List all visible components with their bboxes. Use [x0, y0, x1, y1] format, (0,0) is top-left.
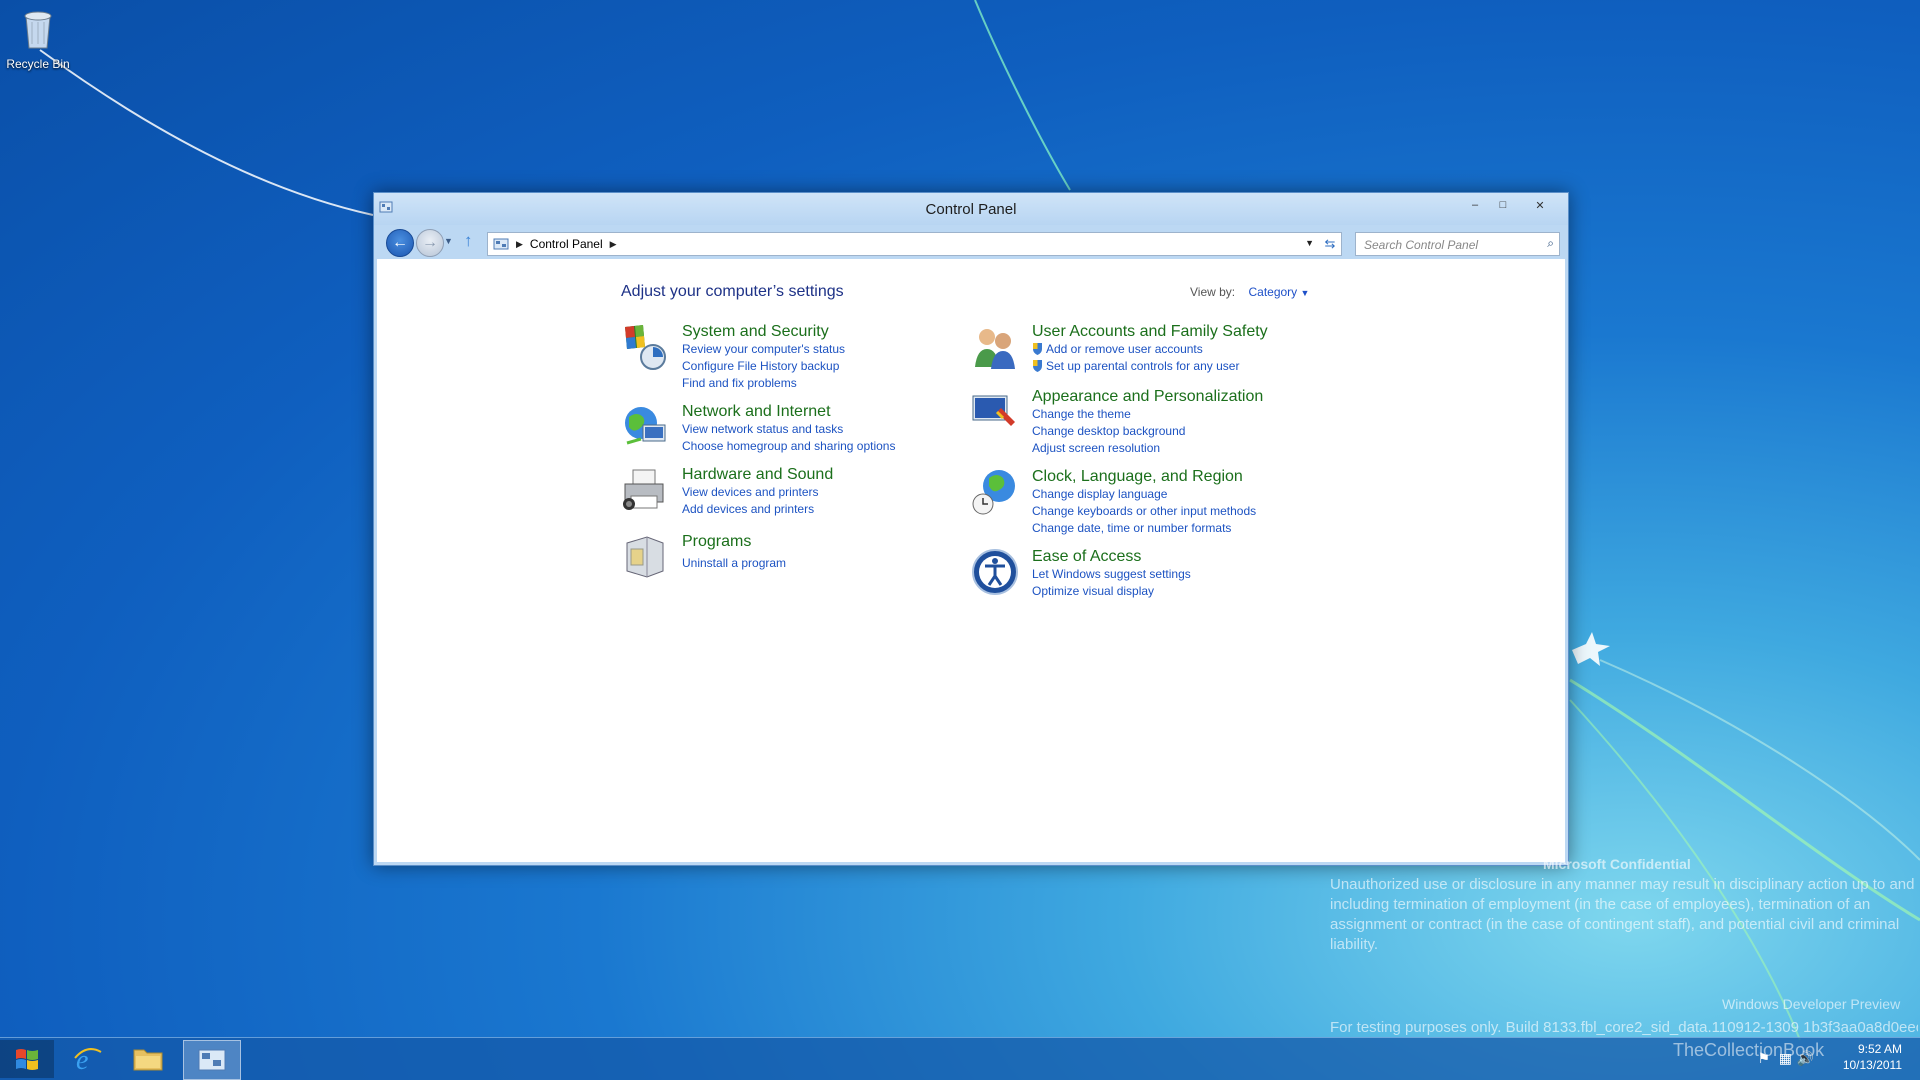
task-link[interactable]: Uninstall a program	[682, 555, 786, 572]
category-title[interactable]: Hardware and Sound	[682, 466, 833, 484]
maximize-button[interactable]: □	[1490, 195, 1516, 215]
task-link[interactable]: Add or remove user accounts	[1032, 341, 1268, 358]
page-title: Adjust your computer’s settings	[621, 283, 844, 300]
confidential-notice: Unauthorized use or disclosure in any ma…	[1330, 876, 1915, 953]
address-dropdown-icon[interactable]: ▼	[1305, 238, 1314, 248]
control-panel-icon	[493, 238, 509, 250]
navigation-bar: ← → ▼ ↑ ▶ Control Panel ▶ ▼ ⇆ ⌕	[374, 225, 1568, 259]
title-bar[interactable]: Control Panel – □ ✕	[374, 193, 1568, 225]
category-title[interactable]: Network and Internet	[682, 403, 895, 421]
internet-explorer-icon: e	[74, 1045, 102, 1074]
shield-icon	[625, 325, 666, 370]
task-link[interactable]: Choose homegroup and sharing options	[682, 438, 895, 455]
task-link[interactable]: Change date, time or number formats	[1032, 520, 1256, 537]
ease-of-access-icon	[972, 549, 1018, 595]
category-title[interactable]: Clock, Language, and Region	[1032, 468, 1256, 486]
recycle-bin-label: Recycle Bin	[6, 57, 70, 71]
taskbar: e ⚑ ▦ 🔊 9:52 AM 10/13/2011	[0, 1037, 1920, 1080]
start-button[interactable]	[0, 1040, 54, 1078]
task-link[interactable]: Set up parental controls for any user	[1032, 358, 1268, 375]
view-by-label: View by:	[1190, 285, 1236, 299]
close-button[interactable]: ✕	[1518, 195, 1562, 215]
globe-clock-icon	[972, 470, 1015, 515]
view-by-dropdown[interactable]: Category ▼	[1248, 285, 1309, 299]
globe-network-icon	[625, 407, 666, 445]
search-icon[interactable]: ⌕	[1547, 236, 1554, 251]
chevron-down-icon: ▼	[1300, 288, 1310, 298]
folder-icon	[133, 1049, 163, 1071]
control-panel-window: Control Panel – □ ✕ ← → ▼ ↑ ▶ Control Pa…	[373, 192, 1569, 866]
refresh-icon: ⇆	[1324, 236, 1336, 251]
breadcrumb[interactable]: Control Panel	[530, 237, 603, 251]
recent-locations-dropdown[interactable]: ▼	[444, 236, 453, 246]
appearance-icon	[972, 395, 1015, 426]
edition-label: Windows Developer Preview	[1722, 996, 1901, 1012]
windows-logo-icon	[16, 1049, 38, 1070]
view-by: View by: Category ▼	[1190, 285, 1309, 299]
arrow-left-icon: ←	[392, 234, 408, 251]
users-icon	[975, 329, 1015, 369]
uac-shield-icon	[1033, 360, 1042, 372]
confidential-title: Microsoft Confidential	[1543, 856, 1691, 872]
category-title[interactable]: Ease of Access	[1032, 548, 1191, 566]
clock-time: 9:52 AM	[1857, 1042, 1902, 1056]
search-box[interactable]: ⌕	[1355, 232, 1560, 256]
task-link[interactable]: View network status and tasks	[682, 421, 895, 438]
task-link[interactable]: Configure File History backup	[682, 358, 845, 375]
window-title: Control Panel	[925, 201, 1017, 218]
forward-button[interactable]: →	[416, 229, 444, 257]
internet-explorer-button[interactable]: e	[60, 1040, 114, 1078]
category-title[interactable]: Appearance and Personalization	[1032, 388, 1263, 406]
address-bar[interactable]: ▶ Control Panel ▶ ▼	[487, 232, 1321, 256]
close-icon: ✕	[1535, 199, 1545, 212]
content-area: Adjust your computer’s settings View by:…	[377, 259, 1565, 862]
task-link[interactable]: Change keyboards or other input methods	[1032, 503, 1256, 520]
search-input[interactable]	[1362, 236, 1536, 254]
file-explorer-button[interactable]	[121, 1040, 175, 1078]
clock-date: 10/13/2011	[1842, 1058, 1902, 1072]
site-watermark: TheCollectionBook	[1673, 1040, 1825, 1060]
maximize-icon: □	[1499, 199, 1507, 211]
clock[interactable]: 9:52 AM 10/13/2011	[1843, 1041, 1902, 1073]
arrow-right-icon: →	[422, 234, 438, 251]
programs-box-icon	[626, 536, 664, 578]
breadcrumb-separator-icon[interactable]: ▶	[610, 239, 617, 250]
task-link[interactable]: Optimize visual display	[1032, 583, 1191, 600]
task-link[interactable]: Change display language	[1032, 486, 1256, 503]
breadcrumb-separator-icon[interactable]: ▶	[516, 239, 523, 250]
build-string: For testing purposes only. Build 8133.fb…	[1330, 1019, 1918, 1036]
task-link[interactable]: Adjust screen resolution	[1032, 440, 1263, 457]
task-link[interactable]: View devices and printers	[682, 484, 833, 501]
category-title[interactable]: System and Security	[682, 323, 845, 341]
task-link[interactable]: Review your computer's status	[682, 341, 845, 358]
task-link[interactable]: Change desktop background	[1032, 423, 1263, 440]
control-panel-icon	[198, 1049, 226, 1071]
uac-shield-icon	[1033, 343, 1042, 355]
category-title[interactable]: Programs	[682, 533, 786, 551]
up-one-level-button[interactable]: ↑	[464, 231, 473, 251]
back-button[interactable]: ←	[386, 229, 414, 257]
recycle-bin-icon	[24, 11, 52, 49]
refresh-button[interactable]: ⇆	[1319, 232, 1342, 256]
task-link[interactable]: Add devices and printers	[682, 501, 833, 518]
task-link[interactable]: Change the theme	[1032, 406, 1263, 423]
category-title[interactable]: User Accounts and Family Safety	[1032, 323, 1268, 341]
minimize-button[interactable]: –	[1462, 195, 1488, 215]
recycle-bin-shortcut[interactable]: Recycle Bin	[6, 6, 70, 71]
task-link[interactable]: Let Windows suggest settings	[1032, 566, 1191, 583]
task-link[interactable]: Find and fix problems	[682, 375, 845, 392]
control-panel-taskbar-button[interactable]	[183, 1040, 241, 1080]
printer-icon	[623, 469, 664, 510]
minimize-icon: –	[1471, 199, 1479, 211]
